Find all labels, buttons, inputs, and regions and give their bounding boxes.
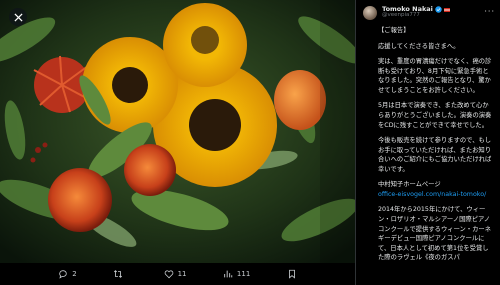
author-handle[interactable]: @veenpia777 [382,12,484,19]
media-viewer: 2 11 111 [0,0,355,285]
views-icon [224,270,233,278]
verified-icon [435,6,442,13]
avatar[interactable] [363,5,377,20]
like-count: 11 [177,270,187,278]
tweet-paragraph: 5月は日本で演奏でき、また改めて心からありがとうございました。演奏の演奏をCDに… [378,102,492,129]
reply-button[interactable]: 2 [58,269,77,279]
tweet-paragraph: 【ご報告】 [378,27,410,34]
tweet-paragraph: 2014年から2015年にかけて、ウィーン・ロザリオ・マルシアーノ国際ピアノコン… [378,206,492,262]
tweet-paragraph: 応援してくださる皆さまへ。 [378,42,460,50]
close-icon [13,12,23,22]
tweet-header: Tomoko Nakai @veenpia777 ··· [356,0,500,20]
like-icon [164,270,173,279]
flag-icon [443,7,450,12]
close-button[interactable] [9,8,27,26]
views-count: 111 [236,270,251,278]
bookmark-button[interactable] [287,269,297,279]
like-button[interactable]: 11 [164,269,187,279]
tweet-paragraph: 中村知子ホームページ [378,181,441,189]
tweet-paragraph: 実は、重度の胃潰瘍だけでなく、癌の診断も受けており、8月下旬に緊急手術となりまし… [378,58,492,94]
repost-button[interactable] [113,269,127,279]
reply-icon [59,270,67,279]
reply-count: 2 [72,270,77,278]
homepage-link[interactable]: office-eisvogel.com/nakai-tomoko/ [378,190,492,200]
views-button[interactable]: 111 [223,269,250,279]
tweet-panel: Tomoko Nakai @veenpia777 ··· 【ご報告】 応援してく… [355,0,500,285]
repost-icon [114,270,123,278]
tweet-text: 【ご報告】 応援してくださる皆さまへ。 実は、重度の胃潰瘍だけでなく、癌の診断も… [356,20,500,263]
more-icon[interactable]: ··· [484,7,495,16]
sunflower-bouquet-photo [0,0,355,263]
action-bar: 2 11 111 [0,263,355,285]
bookmark-icon [288,269,295,279]
tweet-paragraph: 今後も販売を続けて参りますので、もしお手に取っていただければ、またお知り合いへの… [378,137,492,173]
author-info: Tomoko Nakai @veenpia777 [382,6,484,19]
